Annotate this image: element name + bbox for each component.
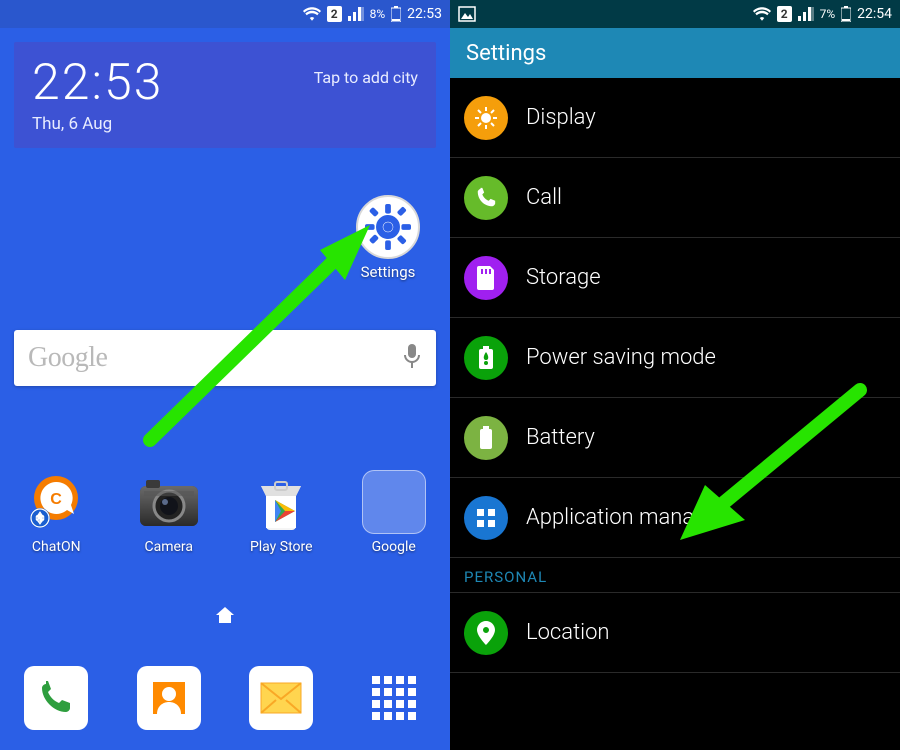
home-page-indicator-icon xyxy=(214,605,236,629)
battery-icon xyxy=(391,6,401,22)
svg-text:C: C xyxy=(50,491,62,508)
signal-icon xyxy=(798,7,814,21)
apps-grid-icon xyxy=(372,676,416,720)
folder-icon xyxy=(362,470,426,534)
contacts-app[interactable] xyxy=(137,666,201,730)
app-google-folder[interactable]: Google xyxy=(344,470,444,555)
add-city-button[interactable]: Tap to add city xyxy=(314,68,418,87)
settings-list[interactable]: Display Call Storage Power saving mode B… xyxy=(450,78,900,673)
item-label: Storage xyxy=(526,265,601,290)
status-time: 22:53 xyxy=(407,6,442,22)
dock xyxy=(0,666,450,730)
clock-date: Thu, 6 Aug xyxy=(32,114,163,134)
phone-app[interactable] xyxy=(24,666,88,730)
home-screen: 2 8% 22:53 22:53 Thu, 6 Aug Tap to add c… xyxy=(0,0,450,750)
sim-badge: 2 xyxy=(327,6,342,22)
clock-time: 22:53 xyxy=(32,58,163,108)
item-label: Power saving mode xyxy=(526,345,716,370)
app-label: ChatON xyxy=(6,539,106,555)
google-logo: Google xyxy=(28,342,402,374)
app-drawer-button[interactable] xyxy=(362,666,426,730)
call-icon xyxy=(464,176,508,220)
messages-app[interactable] xyxy=(249,666,313,730)
wifi-icon xyxy=(753,7,771,21)
settings-header: Settings xyxy=(450,28,900,78)
app-chaton[interactable]: C ChatON xyxy=(6,470,106,555)
settings-item-storage[interactable]: Storage xyxy=(450,238,900,318)
app-row: C ChatON Camera Play Store Google xyxy=(0,470,450,555)
clock-widget[interactable]: 22:53 Thu, 6 Aug Tap to add city xyxy=(14,42,436,148)
picture-icon xyxy=(458,6,476,22)
status-bar: 2 7% 22:54 xyxy=(450,0,900,28)
battery-item-icon xyxy=(464,416,508,460)
settings-item-application-manager[interactable]: Application manager xyxy=(450,478,900,558)
app-label: Camera xyxy=(119,539,219,555)
play-store-icon xyxy=(249,470,313,534)
settings-item-call[interactable]: Call xyxy=(450,158,900,238)
item-label: Call xyxy=(526,185,562,210)
settings-shortcut-label: Settings xyxy=(356,263,420,281)
apps-icon xyxy=(464,496,508,540)
app-label: Play Store xyxy=(231,539,331,555)
settings-item-location[interactable]: Location xyxy=(450,593,900,673)
settings-screen: 2 7% 22:54 Settings Display Call xyxy=(450,0,900,750)
section-personal: PERSONAL xyxy=(450,558,900,593)
status-time: 22:54 xyxy=(857,6,892,22)
battery-percent: 7% xyxy=(820,7,836,21)
camera-icon xyxy=(137,470,201,534)
settings-app-shortcut[interactable]: Settings xyxy=(356,195,420,281)
item-label: Location xyxy=(526,620,610,645)
google-search-bar[interactable]: Google xyxy=(14,330,436,386)
app-label: Google xyxy=(344,539,444,555)
contact-icon xyxy=(149,678,189,718)
settings-title: Settings xyxy=(466,41,546,66)
chaton-icon: C xyxy=(24,470,88,534)
item-label: Application manager xyxy=(526,505,725,530)
status-bar: 2 8% 22:53 xyxy=(0,0,450,28)
app-play-store[interactable]: Play Store xyxy=(231,470,331,555)
item-label: Battery xyxy=(526,425,595,450)
display-icon xyxy=(464,96,508,140)
gear-icon xyxy=(356,195,420,259)
sim-badge: 2 xyxy=(777,6,792,22)
settings-item-power-saving[interactable]: Power saving mode xyxy=(450,318,900,398)
item-label: Display xyxy=(526,105,596,130)
app-camera[interactable]: Camera xyxy=(119,470,219,555)
wifi-icon xyxy=(303,7,321,21)
storage-icon xyxy=(464,256,508,300)
phone-icon xyxy=(36,678,76,718)
settings-item-display[interactable]: Display xyxy=(450,78,900,158)
location-icon xyxy=(464,611,508,655)
signal-icon xyxy=(348,7,364,21)
mic-icon[interactable] xyxy=(402,343,422,373)
settings-item-battery[interactable]: Battery xyxy=(450,398,900,478)
battery-icon xyxy=(841,6,851,22)
power-saving-icon xyxy=(464,336,508,380)
battery-percent: 8% xyxy=(370,7,386,21)
envelope-icon xyxy=(259,681,303,715)
